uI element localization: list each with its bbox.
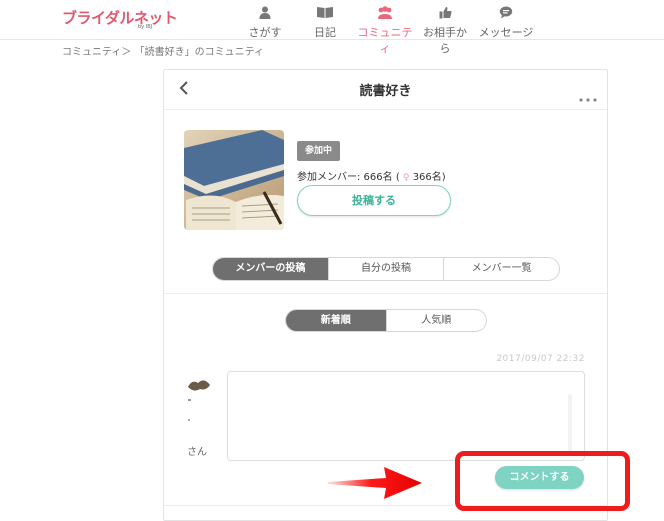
breadcrumb[interactable]: コミュニティ＞ 「読書好き」のコミュニティ <box>62 43 264 58</box>
tab-my-posts[interactable]: 自分の投稿 <box>329 258 445 280</box>
female-icon: ♀ <box>402 173 410 183</box>
card-header: 読書好き <box>164 70 607 110</box>
comment-button[interactable]: コメントする <box>495 466 584 489</box>
sort-popular[interactable]: 人気順 <box>387 310 487 331</box>
joined-badge: 参加中 <box>297 141 340 161</box>
female-count: 366名) <box>412 172 446 183</box>
sort-newest[interactable]: 新着順 <box>286 310 387 331</box>
divider <box>164 505 607 506</box>
brand-logo[interactable]: ブライダルネット <box>62 7 178 28</box>
post-content <box>227 371 585 461</box>
nav-community[interactable]: コミュニティ <box>353 6 417 56</box>
member-count: 参加メンバー: 666名 ( ♀ 366名) <box>297 168 446 183</box>
nav-community-label: コミュニティ <box>357 26 413 55</box>
divider <box>164 293 607 294</box>
nav-message[interactable]: メッセージ <box>478 6 534 40</box>
post-button[interactable]: 投稿する <box>297 185 451 216</box>
person-icon <box>248 6 282 22</box>
nav-search[interactable]: さがす <box>248 6 282 40</box>
thumbs-up-icon <box>418 6 472 22</box>
book-icon <box>309 6 341 22</box>
sort-toggle: 新着順 人気順 <box>285 309 487 332</box>
post-username: さん <box>187 447 207 458</box>
brand-logo-sub: by IBJ <box>138 24 153 30</box>
tab-member-posts[interactable]: メンバーの投稿 <box>213 258 329 280</box>
member-count-label: 参加メンバー: 666名 ( <box>297 172 400 183</box>
community-card: 読書好き 参加中 参加メンバー: 666名 ( ♀ 366名) 投稿する メンバ… <box>163 69 608 521</box>
nav-from-partner-label: お相手から <box>423 26 467 55</box>
arrow-right-icon <box>328 463 424 505</box>
avatar[interactable] <box>186 375 212 425</box>
group-icon <box>353 6 417 22</box>
community-title: 読書好き <box>359 84 412 99</box>
chat-bubble-icon <box>478 6 534 22</box>
post-date: 2017/09/07 22:32 <box>496 354 585 364</box>
nav-diary[interactable]: 日記 <box>309 6 341 40</box>
nav-search-label: さがす <box>248 26 282 39</box>
nav-diary-label: 日記 <box>314 26 336 39</box>
more-options-icon[interactable] <box>579 87 597 106</box>
nav-message-label: メッセージ <box>478 26 534 39</box>
nav-from-partner[interactable]: お相手から <box>418 6 472 56</box>
post-tabs: メンバーの投稿 自分の投稿 メンバー一覧 <box>212 257 560 281</box>
post-scrollbar[interactable] <box>568 394 572 452</box>
community-image <box>184 130 284 230</box>
site-header: ブライダルネット by IBJ さがす 日記 コミュニティ お相手から メッセー… <box>0 0 664 55</box>
tab-member-list[interactable]: メンバー一覧 <box>444 258 559 280</box>
